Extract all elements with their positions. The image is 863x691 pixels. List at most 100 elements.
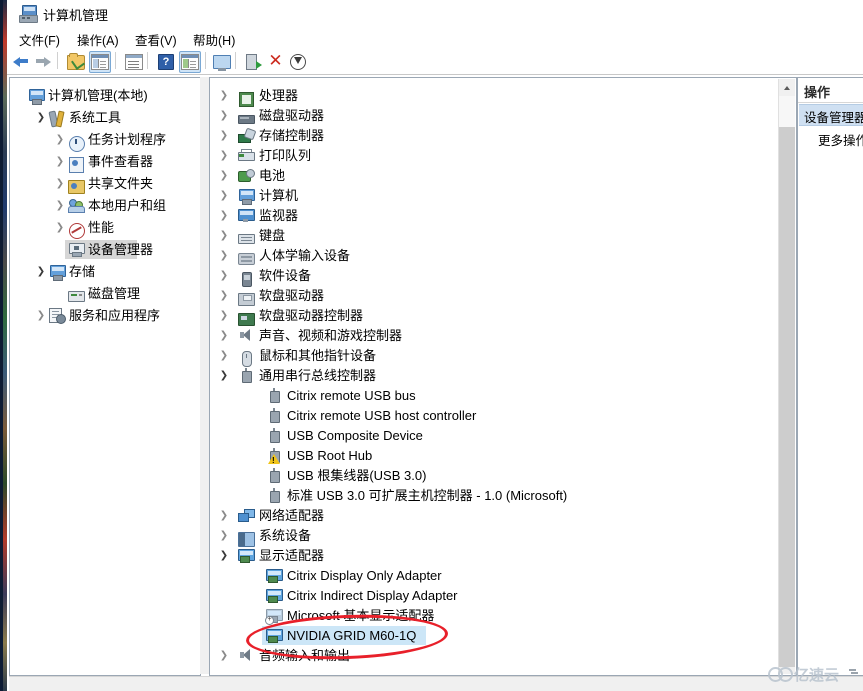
help-icon: ? (158, 54, 174, 70)
tree-item-label: 任务计划程序 (88, 132, 167, 147)
computer-management-icon (19, 5, 38, 23)
chevron-right-icon[interactable]: ❯ (218, 526, 230, 546)
show-tree-icon (91, 54, 109, 70)
chevron-right-icon[interactable]: ❯ (218, 166, 230, 186)
software-device-icon (238, 266, 255, 287)
help-button[interactable]: ? (155, 51, 175, 71)
folder-up-icon (67, 53, 85, 70)
chevron-right-icon[interactable]: ❯ (218, 506, 230, 526)
chevron-right-icon[interactable]: ❯ (218, 146, 230, 166)
device-item-label: 磁盘驱动器 (259, 108, 325, 123)
chevron-right-icon[interactable]: ❯ (54, 174, 66, 194)
tree-item-label: 性能 (88, 220, 115, 235)
close-x-icon: ✕ (268, 51, 283, 70)
storage-controller-icon (238, 126, 257, 146)
uninstall-device-button[interactable]: ✕ (265, 51, 285, 71)
device-list-pane[interactable]: ❯ 处理器 ❯ 磁盘驱动器 ❯ 存储控制器 ❯ 打印队列 ❯ 电池 ❯ 计算机 ❯ 监视器 ❯ 键盘 ❯ 人体学输… (209, 77, 797, 676)
floppy-controller-icon (238, 306, 255, 326)
chevron-right-icon[interactable]: ❯ (218, 266, 230, 286)
device-item-label: 通用串行总线控制器 (259, 368, 377, 383)
chevron-right-icon[interactable]: ❯ (218, 86, 230, 106)
actions-item-device-manager[interactable]: 设备管理器 (799, 104, 863, 126)
chevron-down-icon[interactable]: ❯ (35, 108, 47, 128)
device-item-label: 存储控制器 (259, 128, 325, 143)
display-adapter-icon (238, 546, 255, 566)
chevron-right-icon[interactable]: ❯ (218, 246, 230, 266)
menu-action[interactable]: 操作(A) (73, 29, 123, 50)
chevron-right-icon[interactable]: ❯ (218, 186, 230, 206)
device-item-label: 标准 USB 3.0 可扩展主机控制器 - 1.0 (Microsoft) (287, 488, 568, 503)
display-adapter-icon (266, 626, 283, 646)
chevron-right-icon[interactable]: ❯ (54, 152, 66, 172)
actions-more-actions[interactable]: 更多操作 (818, 130, 863, 149)
device-item-label: Citrix Display Only Adapter (287, 568, 442, 583)
device-item-label: 处理器 (259, 88, 299, 103)
device-item-label: 系统设备 (259, 528, 312, 543)
scrollbar-track-upper[interactable] (779, 96, 795, 127)
scroll-up-button[interactable] (779, 79, 795, 96)
tree-item-label: 本地用户和组 (88, 198, 167, 213)
system-tools-icon (48, 108, 66, 128)
chevron-right-icon[interactable]: ❯ (54, 130, 66, 150)
chevron-right-icon[interactable]: ❯ (54, 218, 66, 238)
view-list-button[interactable] (179, 51, 201, 73)
vertical-scrollbar[interactable] (778, 79, 795, 674)
device-item-label: NVIDIA GRID M60-1Q (287, 628, 417, 643)
window-title: 计算机管理 (43, 8, 109, 23)
audio-io-icon (238, 646, 255, 666)
chevron-right-icon[interactable]: ❯ (218, 306, 230, 326)
device-item-label: Citrix remote USB host controller (287, 408, 477, 423)
device-item-label: Citrix Indirect Display Adapter (287, 588, 458, 603)
performance-icon (68, 218, 85, 239)
up-folder-button[interactable] (65, 51, 85, 71)
chevron-right-icon[interactable]: ❯ (35, 306, 47, 326)
properties-icon (125, 54, 143, 70)
update-driver-button[interactable] (287, 51, 307, 71)
back-button[interactable] (11, 51, 31, 71)
usb-icon (266, 486, 283, 506)
device-item-label: USB Composite Device (287, 428, 423, 443)
chevron-right-icon[interactable]: ❯ (218, 126, 230, 146)
event-viewer-icon (68, 152, 85, 173)
network-adapter-icon (238, 506, 255, 526)
arrow-forward-icon (44, 57, 51, 67)
show-hide-tree-button[interactable] (89, 51, 111, 73)
system-device-icon (238, 526, 255, 547)
console-button[interactable] (211, 51, 231, 71)
chevron-right-icon[interactable]: ❯ (218, 326, 230, 346)
chevron-down-icon[interactable]: ❯ (218, 366, 230, 386)
menu-view[interactable]: 查看(V) (131, 29, 181, 50)
chevron-right-icon[interactable]: ❯ (218, 346, 230, 366)
scan-hardware-button[interactable] (243, 51, 263, 71)
properties-button[interactable] (123, 51, 143, 71)
chevron-down-icon[interactable]: ❯ (35, 262, 47, 282)
tree-item-label: 存储 (69, 264, 96, 279)
hid-icon (238, 246, 255, 266)
menu-file[interactable]: 文件(F) (15, 29, 64, 50)
device-item-label: 音频输入和输出 (259, 648, 351, 663)
scrollbar-thumb[interactable] (779, 127, 795, 667)
chevron-down-icon[interactable]: ❯ (218, 546, 230, 566)
device-item-label: 显示适配器 (259, 548, 325, 563)
display-adapter-disabled-icon: + (265, 606, 283, 626)
battery-icon (238, 166, 255, 186)
chevron-right-icon[interactable]: ❯ (218, 646, 230, 666)
usb-icon (238, 366, 255, 386)
mouse-icon (238, 346, 255, 367)
computer-icon (238, 186, 255, 206)
chevron-right-icon[interactable]: ❯ (218, 206, 230, 226)
forward-button[interactable] (33, 51, 53, 71)
actions-item-label: 设备管理器 (804, 111, 863, 125)
actions-pane-title: 操作 (804, 85, 831, 100)
watermark: 亿速云 (766, 662, 858, 686)
menu-help[interactable]: 帮助(H) (189, 29, 239, 50)
chevron-right-icon[interactable]: ❯ (218, 286, 230, 306)
chevron-right-icon[interactable]: ❯ (218, 106, 230, 126)
chevron-right-icon[interactable]: ❯ (54, 196, 66, 216)
chevron-right-icon[interactable]: ❯ (218, 226, 230, 246)
console-tree-pane[interactable]: 计算机管理(本地) ❯ 系统工具 ❯ 任务计划程序 ❯ 事件查看器 ❯ 共享文件夹 ❯ 本地用户和组… (9, 77, 201, 676)
device-item-label: 打印队列 (259, 148, 312, 163)
usb-icon (266, 426, 283, 446)
pane-splitter[interactable] (200, 77, 209, 674)
device-item-label: 软盘驱动器控制器 (259, 308, 364, 323)
